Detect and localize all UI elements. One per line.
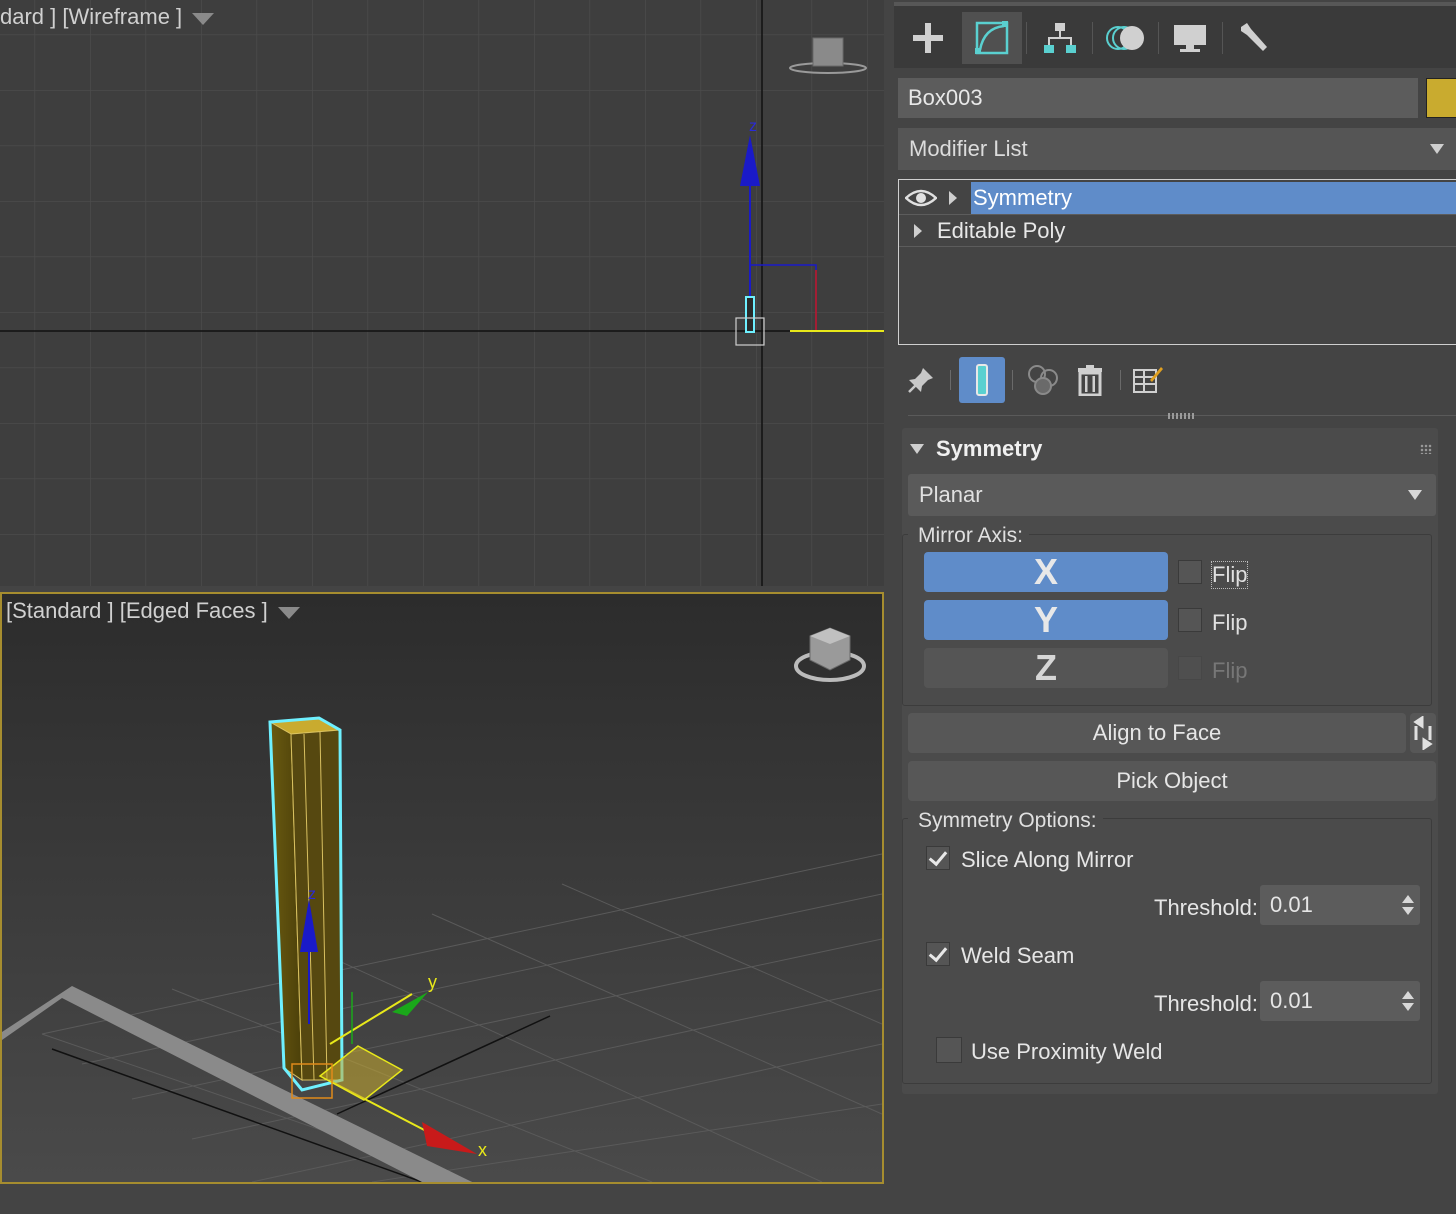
spinner-up-icon[interactable] [1402, 895, 1414, 903]
weld-threshold-spinner[interactable]: 0.01 [1260, 981, 1420, 1021]
flip-x-label[interactable]: Flip [1210, 561, 1249, 589]
motion-icon [1106, 26, 1144, 50]
reset-gizmo-button[interactable] [1410, 713, 1436, 753]
slice-along-mirror-label[interactable]: Slice Along Mirror [961, 847, 1133, 873]
eye-icon[interactable] [905, 188, 937, 208]
hierarchy-icon [1044, 23, 1076, 53]
slice-threshold-label: Threshold: [1154, 895, 1258, 920]
rollout-drag-handle-icon[interactable] [1420, 444, 1432, 454]
weld-seam-label[interactable]: Weld Seam [961, 943, 1074, 969]
collapse-triangle-icon[interactable] [910, 444, 924, 454]
checkmark-icon [928, 942, 948, 963]
remove-modifier-button[interactable] [1067, 357, 1113, 403]
filter-funnel-icon[interactable] [192, 13, 215, 25]
perspective-viewport-canvas: z y x [2, 594, 882, 1182]
configure-modifier-sets-button[interactable] [1125, 357, 1171, 403]
mirror-axis-title: Mirror Axis: [908, 524, 1029, 548]
flip-z-label[interactable]: Flip [1212, 658, 1247, 684]
modifier-stack[interactable]: Symmetry Editable Poly [898, 179, 1456, 345]
axis-y-button[interactable]: Y [924, 599, 1168, 640]
top-viewport[interactable]: z dard ] [Wireframe ] [0, 0, 884, 586]
slice-threshold-spinner[interactable]: 0.01 [1260, 885, 1420, 925]
object-color-swatch[interactable] [1426, 78, 1456, 118]
top-viewport-canvas: z [0, 0, 884, 586]
chevron-down-icon [1430, 144, 1444, 154]
align-to-face-button[interactable]: Align to Face [908, 713, 1406, 753]
filter-funnel-icon[interactable] [277, 607, 300, 619]
top-viewport-label[interactable]: dard ] [Wireframe ] [0, 4, 215, 30]
weld-threshold-label: Threshold: [1154, 991, 1258, 1016]
object-name-field[interactable]: Box003 [898, 78, 1418, 118]
pin-icon [908, 368, 933, 393]
checkmark-icon [928, 846, 948, 867]
command-panel: Box003 Modifier List Symmetry Editable P… [884, 0, 1456, 1214]
axis-z-button[interactable]: Z [924, 647, 1168, 688]
perspective-viewport-label[interactable]: [Standard ] [Edged Faces ] [2, 598, 300, 624]
use-proximity-weld-checkbox[interactable] [936, 1037, 962, 1063]
flip-y-checkbox[interactable] [1178, 608, 1202, 632]
flip-x-checkbox[interactable] [1178, 560, 1202, 584]
pick-object-button[interactable]: Pick Object [908, 761, 1436, 801]
flip-z-checkbox[interactable] [1178, 656, 1202, 680]
tab-motion[interactable] [1096, 12, 1156, 64]
show-end-result-icon [976, 364, 988, 396]
trash-icon [1078, 365, 1102, 396]
expand-triangle-icon[interactable] [949, 191, 957, 205]
stack-item-symmetry[interactable]: Symmetry [899, 182, 1456, 214]
modify-curve-icon [975, 21, 1009, 55]
symmetry-mode-value: Planar [919, 482, 983, 507]
stack-item-editable-poly[interactable]: Editable Poly [899, 215, 1456, 247]
pin-stack-button[interactable] [898, 357, 944, 403]
configure-sets-icon [1133, 367, 1163, 393]
panel-resize-grip[interactable] [1168, 413, 1194, 419]
gizmo-x-label: x [478, 1140, 487, 1160]
tab-modify[interactable] [962, 12, 1022, 64]
tab-utilities[interactable] [1224, 12, 1284, 64]
spinner-down-icon[interactable] [1402, 907, 1414, 915]
slice-threshold-value[interactable]: 0.01 [1270, 892, 1313, 917]
rollout-title[interactable]: Symmetry [936, 436, 1042, 462]
perspective-viewport[interactable]: z y x [Standard ] [Edged Faces ] [0, 592, 884, 1184]
command-panel-tabs [894, 2, 1456, 68]
tab-create[interactable] [898, 12, 958, 64]
make-unique-icon [1028, 365, 1058, 395]
spinner-up-icon[interactable] [1402, 991, 1414, 999]
stack-item-label: Editable Poly [937, 218, 1066, 243]
gizmo-z-label: z [308, 886, 316, 903]
modifier-list-label: Modifier List [909, 136, 1028, 161]
symmetry-options-title: Symmetry Options: [908, 809, 1103, 833]
tab-hierarchy[interactable] [1030, 12, 1090, 64]
selected-box-top-view [745, 296, 755, 333]
symmetry-mode-dropdown[interactable]: Planar [908, 474, 1436, 516]
perspective-viewport-label-text[interactable]: [Standard ] [Edged Faces ] [2, 598, 268, 624]
expand-triangle-icon[interactable] [914, 224, 922, 238]
modifier-list-dropdown[interactable]: Modifier List [898, 128, 1456, 170]
gizmo-z-label: z [749, 118, 757, 135]
gizmo-y-label: y [428, 972, 437, 992]
weld-seam-checkbox[interactable] [926, 942, 950, 966]
reset-gizmo-icon [1413, 716, 1433, 750]
use-proximity-weld-label[interactable]: Use Proximity Weld [971, 1039, 1163, 1065]
make-unique-button[interactable] [1020, 357, 1066, 403]
tab-display[interactable] [1160, 12, 1220, 64]
stack-item-label: Symmetry [971, 182, 1456, 214]
weld-threshold-value[interactable]: 0.01 [1270, 988, 1313, 1013]
show-end-result-button[interactable] [959, 357, 1005, 403]
spinner-down-icon[interactable] [1402, 1003, 1414, 1011]
plus-icon [913, 23, 943, 53]
slice-along-mirror-checkbox[interactable] [926, 846, 950, 870]
top-viewport-label-text[interactable]: dard ] [Wireframe ] [0, 4, 182, 30]
display-monitor-icon [1174, 25, 1206, 52]
wrench-icon [1241, 23, 1267, 51]
flip-y-label[interactable]: Flip [1212, 610, 1247, 636]
chevron-down-icon [1408, 490, 1422, 500]
axis-x-button[interactable]: X [924, 551, 1168, 592]
viewcube-front-face [812, 37, 844, 67]
